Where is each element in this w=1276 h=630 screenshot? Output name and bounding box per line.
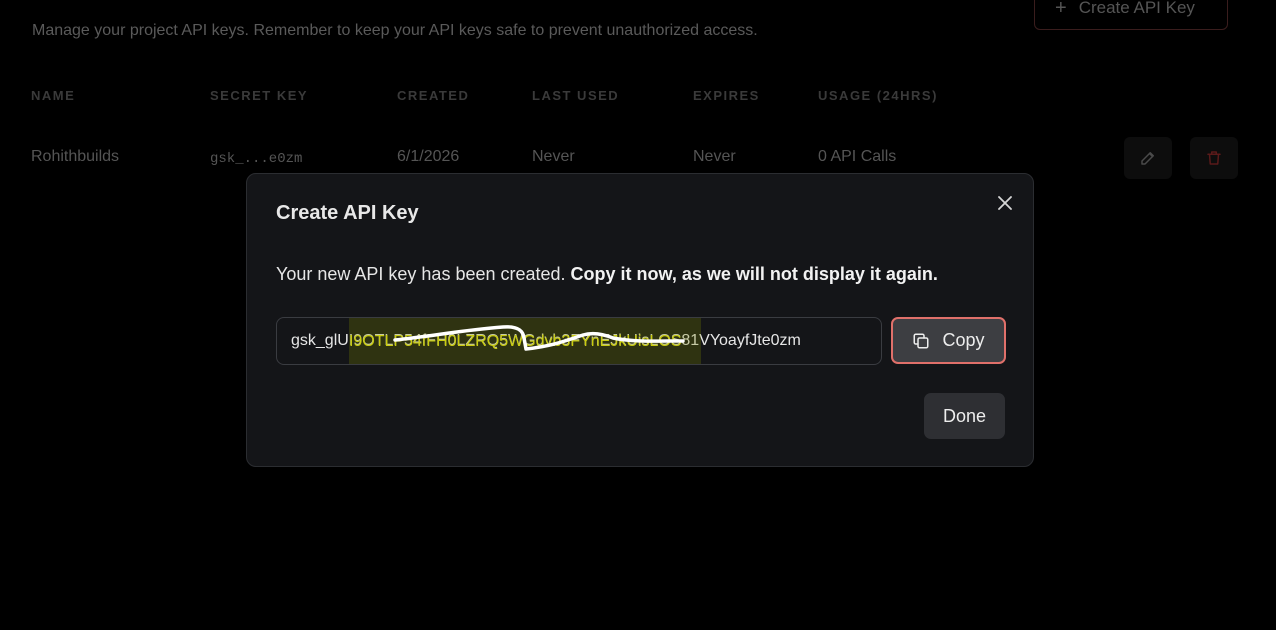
page-description: Manage your project API keys. Remember t…: [32, 22, 758, 39]
create-api-key-button[interactable]: + Create API Key: [1034, 0, 1228, 30]
key-created: 6/1/2026: [397, 148, 460, 165]
key-name: Rohithbuilds: [31, 148, 120, 165]
dialog-message-warning: Copy it now, as we will not display it a…: [570, 264, 938, 284]
column-header-name: NAME: [31, 88, 76, 103]
dialog-message-plain: Your new API key has been created.: [276, 264, 566, 284]
column-header-last-used: LAST USED: [532, 88, 620, 103]
copy-icon: [913, 333, 929, 348]
plus-icon: +: [1055, 0, 1067, 19]
dialog-title: Create API Key: [276, 202, 419, 224]
api-key-field[interactable]: I9OTLP54fFH0LZRQ5WGdvb3FYnEJkUisLOS: [276, 317, 882, 365]
done-button[interactable]: Done: [924, 393, 1005, 439]
copy-label: Copy: [942, 330, 985, 350]
key-usage: 0 API Calls: [818, 148, 897, 165]
close-icon: [998, 196, 1012, 210]
column-header-usage: USAGE (24HRS): [818, 88, 938, 103]
create-api-key-dialog: Create API Key Your new API key has been…: [246, 173, 1034, 467]
delete-key-button[interactable]: [1190, 137, 1238, 179]
create-api-key-label: Create API Key: [1078, 0, 1195, 17]
column-header-expires: EXPIRES: [693, 88, 760, 103]
trash-icon: [1207, 151, 1221, 165]
key-last-used: Never: [532, 148, 575, 165]
key-expires: Never: [693, 148, 736, 165]
close-dialog-button[interactable]: [995, 193, 1015, 213]
dialog-message: Your new API key has been created. Copy …: [276, 264, 938, 285]
column-header-created: CREATED: [397, 88, 470, 103]
key-secret-masked: gsk_...e0zm: [210, 151, 303, 167]
copy-key-button[interactable]: Copy: [891, 317, 1006, 364]
column-header-secret-key: SECRET KEY: [210, 88, 309, 103]
api-key-input[interactable]: [277, 318, 881, 364]
edit-key-button[interactable]: [1124, 137, 1172, 179]
edit-icon: [1141, 152, 1154, 165]
